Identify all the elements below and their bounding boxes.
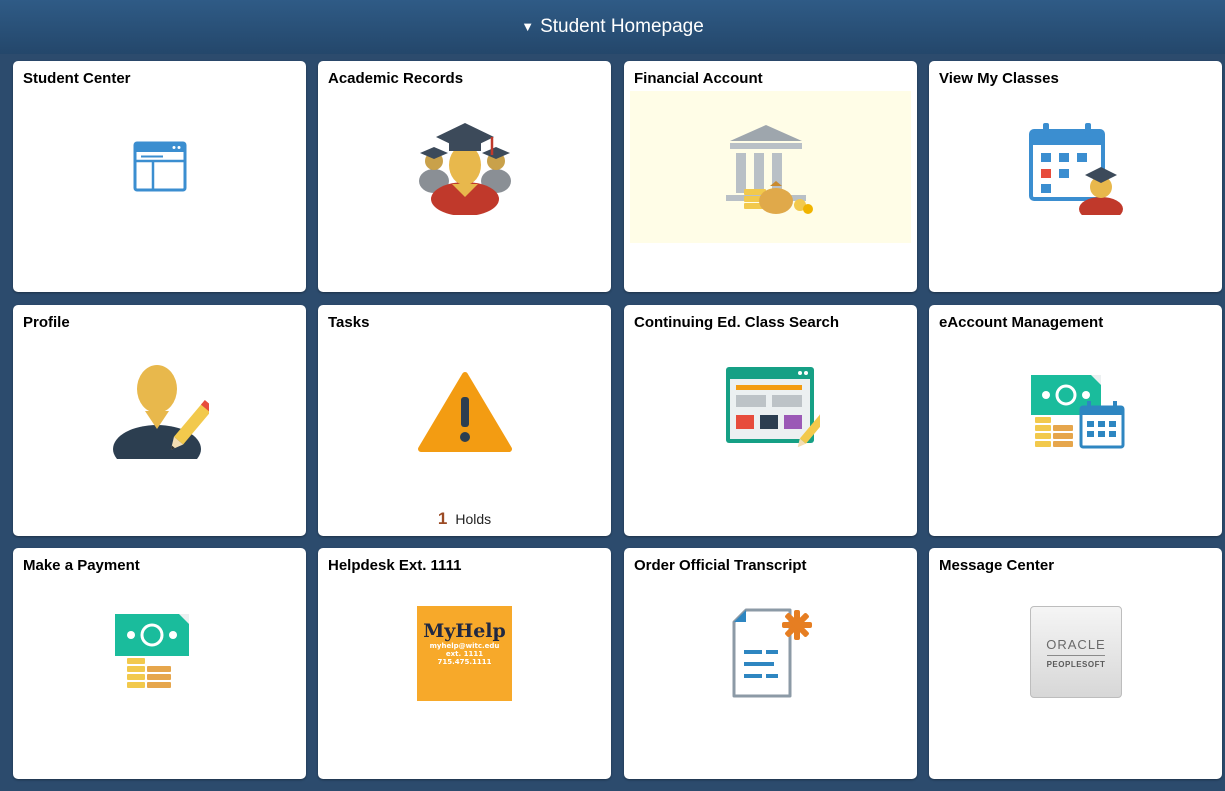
tile-order-official-transcript[interactable]: Order Official Transcript xyxy=(624,548,917,779)
tile-title: Make a Payment xyxy=(23,557,140,574)
tile-title: Tasks xyxy=(328,314,370,331)
logo-peoplesoft-text: PEOPLESOFT xyxy=(1046,660,1106,669)
tile-tasks[interactable]: Tasks 1 Holds xyxy=(318,305,611,536)
tile-profile[interactable]: Profile xyxy=(13,305,306,536)
tile-title: Financial Account xyxy=(634,70,763,87)
money-coins-icon xyxy=(115,614,189,688)
holds-count[interactable]: 1 Holds xyxy=(318,509,611,529)
tile-title: eAccount Management xyxy=(939,314,1104,331)
count-label: Holds xyxy=(455,511,492,527)
tile-eaccount-management[interactable]: eAccount Management xyxy=(929,305,1222,536)
tile-grid: Student Center Academic Records Financia… xyxy=(0,0,1225,791)
tile-financial-account[interactable]: Financial Account xyxy=(624,61,917,292)
logo-text: MyHelp xyxy=(423,620,506,642)
logo-divider xyxy=(1047,655,1105,656)
user-edit-icon xyxy=(113,365,209,459)
tile-title: Academic Records xyxy=(328,70,464,87)
warning-icon xyxy=(418,372,512,452)
money-calendar-icon xyxy=(1031,375,1125,449)
calendar-student-icon xyxy=(1029,123,1123,215)
logo-ext: ext. 1111 xyxy=(445,650,484,658)
myhelp-logo: MyHelp myhelp@witc.edu ext. 1111 715.475… xyxy=(417,606,512,701)
tile-title: Order Official Transcript xyxy=(634,557,807,574)
browser-window-icon xyxy=(133,141,187,192)
tile-title: View My Classes xyxy=(939,70,1059,87)
tile-title: Message Center xyxy=(939,557,1055,574)
tile-title: Student Center xyxy=(23,70,131,87)
bank-money-icon xyxy=(726,125,813,214)
tile-academic-records[interactable]: Academic Records xyxy=(318,61,611,292)
tile-continuing-ed-class-search[interactable]: Continuing Ed. Class Search xyxy=(624,305,917,536)
tile-student-center[interactable]: Student Center xyxy=(13,61,306,292)
logo-email: myhelp@witc.edu xyxy=(429,642,500,650)
graduates-icon xyxy=(419,123,511,215)
tile-title: Continuing Ed. Class Search xyxy=(634,314,840,331)
tile-message-center[interactable]: Message Center ORACLE PEOPLESOFT xyxy=(929,548,1222,779)
logo-phone: 715.475.1111 xyxy=(437,658,492,666)
tile-title: Profile xyxy=(23,314,70,331)
oracle-peoplesoft-logo: ORACLE PEOPLESOFT xyxy=(1030,606,1122,698)
logo-oracle-text: ORACLE xyxy=(1046,637,1106,652)
tile-make-a-payment[interactable]: Make a Payment xyxy=(13,548,306,779)
tile-helpdesk[interactable]: Helpdesk Ext. 1111 MyHelp myhelp@witc.ed… xyxy=(318,548,611,779)
tile-title: Helpdesk Ext. 1111 xyxy=(328,557,462,574)
transcript-document-icon xyxy=(732,608,812,698)
count-number: 1 xyxy=(437,509,448,528)
class-search-icon xyxy=(726,367,820,448)
tile-view-my-classes[interactable]: View My Classes xyxy=(929,61,1222,292)
